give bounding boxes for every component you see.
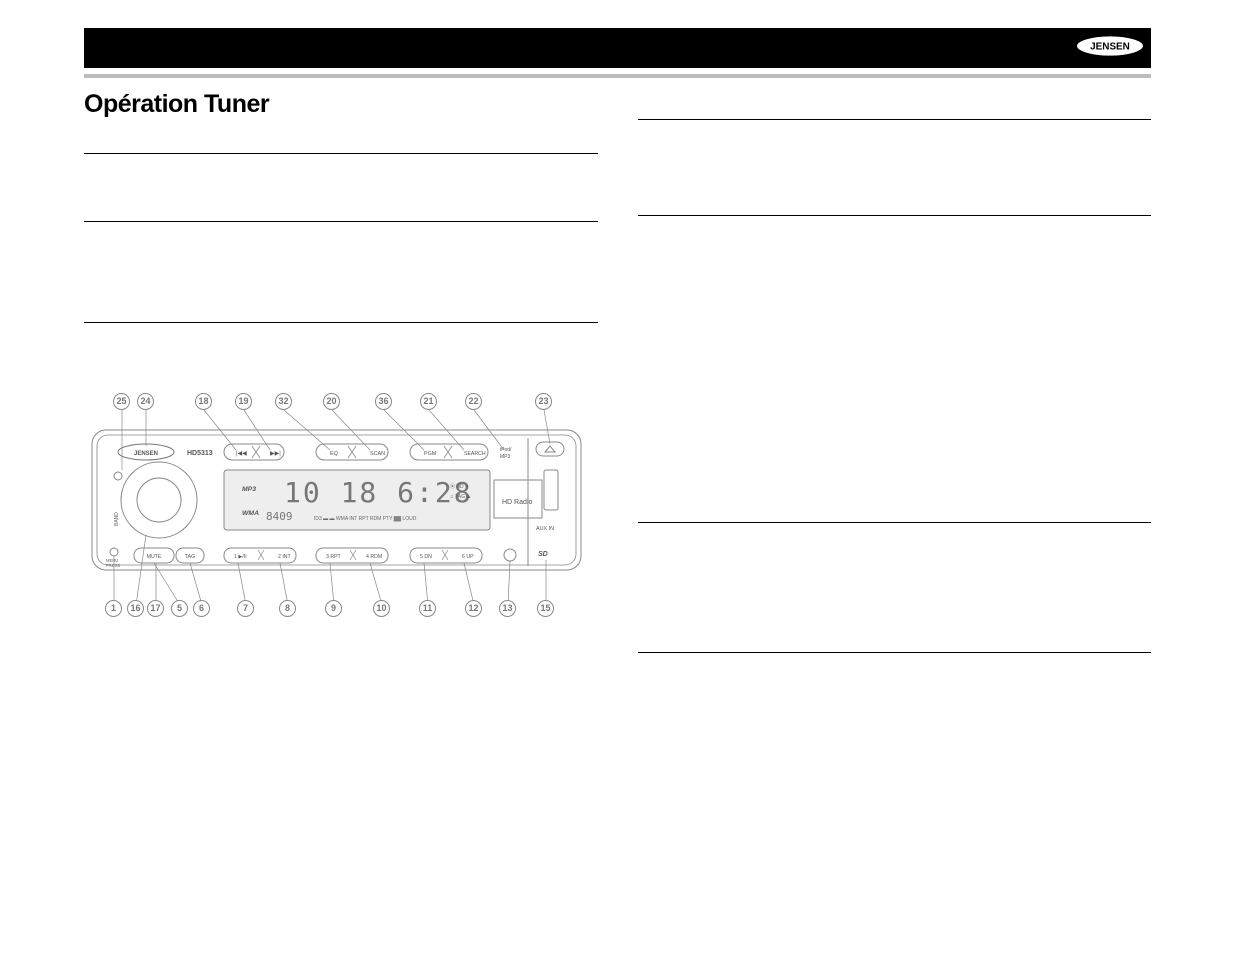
multicast-body-1: Des stations de multidiffusion supplémen…: [638, 661, 1152, 704]
callout-8: 8: [279, 600, 296, 617]
divider: [638, 652, 1152, 653]
svg-text:MP3: MP3: [242, 486, 256, 493]
callout-1: 1: [105, 600, 122, 617]
page-number: 21: [0, 929, 1235, 943]
svg-text:4 RDM: 4 RDM: [366, 554, 382, 560]
preset-store-subhead: Mémoriser une Station: [638, 245, 751, 257]
callout-24: 24: [137, 393, 154, 410]
callout-5: 5: [171, 600, 188, 617]
svg-text:5 DN: 5 DN: [420, 554, 432, 560]
callout-11: 11: [419, 600, 436, 617]
svg-text:PGM: PGM: [424, 451, 437, 457]
svg-text:JENSEN: JENSEN: [1090, 42, 1130, 53]
manual-body-2: Si l'unité n'est pas réglée dans les 3 s…: [84, 263, 598, 291]
svg-text:iPod/: iPod/: [500, 447, 512, 453]
header-black-bar: [84, 28, 1151, 68]
svg-text:SD: SD: [538, 551, 548, 558]
divider: [638, 215, 1152, 216]
svg-text:MUTE: MUTE: [147, 554, 162, 560]
hd-body: Les émissions de radio HD numériques AM …: [638, 531, 1152, 602]
svg-text:SEARCH: SEARCH: [464, 451, 486, 457]
svg-text:3 RPT: 3 RPT: [326, 554, 342, 560]
svg-text:HD5313: HD5313: [187, 450, 213, 457]
callout-10: 10: [373, 600, 390, 617]
svg-text:⦿ HD ✦: ⦿ HD ✦: [450, 484, 469, 490]
preset-recall-subhead: Rappeler une Station: [638, 297, 743, 309]
brand-logo: JENSEN: [1075, 32, 1145, 60]
autostore-body: Sélectionnez automatiquement six station…: [638, 368, 1152, 411]
autostore-subhead: Mémorisation Automatique des Stations (A…: [638, 350, 863, 362]
hd-heading: Récepteur Radio HD: [638, 501, 1152, 516]
scan-heading: Syntonisation par Exploration: [638, 98, 1152, 113]
preset-recall-body: Choisissez une bande (si nécessaire). Ap…: [638, 315, 1152, 343]
seek-body: Appuyez momentanément sur le bouton de s…: [84, 162, 598, 190]
svg-text:MP3: MP3: [500, 454, 511, 460]
radio-unit-diagram: JENSEN HD5313 BAND MENU PRESS MUTE TAG: [84, 380, 589, 625]
svg-text:WMA: WMA: [242, 510, 259, 517]
svg-text:ID3 ▬ ▬ WMA INT RPT RDM PTY ▓▓: ID3 ▬ ▬ WMA INT RPT RDM PTY ▓▓ LOUD: [314, 515, 417, 522]
divider: [638, 522, 1152, 523]
svg-text:8409: 8409: [266, 510, 293, 523]
callout-9: 9: [325, 600, 342, 617]
callout-12: 12: [465, 600, 482, 617]
svg-text:1 ▶/II: 1 ▶/II: [234, 554, 247, 560]
presetscan-body: Balayez les stations mémorisées dans la …: [638, 434, 1152, 491]
band-body: Appuyez sur le bouton BAND (17) pour pas…: [84, 331, 598, 359]
svg-text:▶▶|: ▶▶|: [270, 451, 281, 457]
svg-text:|◀◀: |◀◀: [236, 451, 247, 457]
svg-text:TAG: TAG: [185, 554, 195, 560]
svg-text:BAND: BAND: [114, 511, 120, 525]
svg-text:6 UP: 6 UP: [462, 554, 474, 560]
svg-text:JENSEN: JENSEN: [134, 451, 158, 457]
callout-15: 15: [537, 600, 554, 617]
divider: [84, 322, 598, 323]
callout-19: 19: [235, 393, 252, 410]
svg-text:♫ TAG ⛰: ♫ TAG ⛰: [450, 494, 471, 500]
callout-25: 25: [113, 393, 130, 410]
callout-16: 16: [127, 600, 144, 617]
multicast-heading: Multidiffusion: [638, 631, 1152, 646]
preset-intro: Six boutons de préréglage numérotés mémo…: [638, 224, 1152, 238]
callout-21: 21: [420, 393, 437, 410]
seek-heading: Recherche Syntonisation: [84, 132, 598, 147]
callout-18: 18: [195, 393, 212, 410]
svg-text:PRESS: PRESS: [106, 563, 120, 568]
hd-note: REMARQUE : La réception radio HD n'est p…: [638, 607, 1152, 621]
divider: [84, 153, 598, 154]
multicast-body-2: Lorsque vous accédez à une station de mu…: [638, 708, 1152, 779]
preset-heading: Stations Préréglées: [638, 195, 1152, 210]
preset-store-body: Choisissez une bande (si nécessaire) et …: [638, 263, 1152, 291]
callout-32: 32: [275, 393, 292, 410]
svg-text:10 18 6:28: 10 18 6:28: [284, 476, 473, 509]
manual-body-1: Appuyez et maintenez le bouton de synton…: [84, 230, 598, 258]
presetscan-subhead: Balayage Préréglé (PS): [638, 416, 753, 428]
callout-36: 36: [375, 393, 392, 410]
divider: [638, 119, 1152, 120]
callout-13: 13: [499, 600, 516, 617]
svg-text:EQ: EQ: [330, 451, 338, 457]
divider: [84, 221, 598, 222]
callout-23: 23: [535, 393, 552, 410]
manual-heading: Syntonisation Manuel: [84, 200, 598, 215]
callout-20: 20: [323, 393, 340, 410]
callout-6: 6: [193, 600, 210, 617]
callout-7: 7: [237, 600, 254, 617]
svg-text:SCAN: SCAN: [370, 451, 385, 457]
header-gray-rule: [84, 74, 1151, 78]
page-title: Opération Tuner: [84, 88, 598, 122]
svg-text:2 INT: 2 INT: [278, 554, 292, 560]
band-heading: Sélection de Bande: [84, 301, 598, 316]
callout-22: 22: [465, 393, 482, 410]
svg-text:AUX IN: AUX IN: [536, 526, 554, 532]
scan-body: Appuyez sur le bouton SEARCH (21) pour b…: [638, 128, 1152, 185]
callout-17: 17: [147, 600, 164, 617]
